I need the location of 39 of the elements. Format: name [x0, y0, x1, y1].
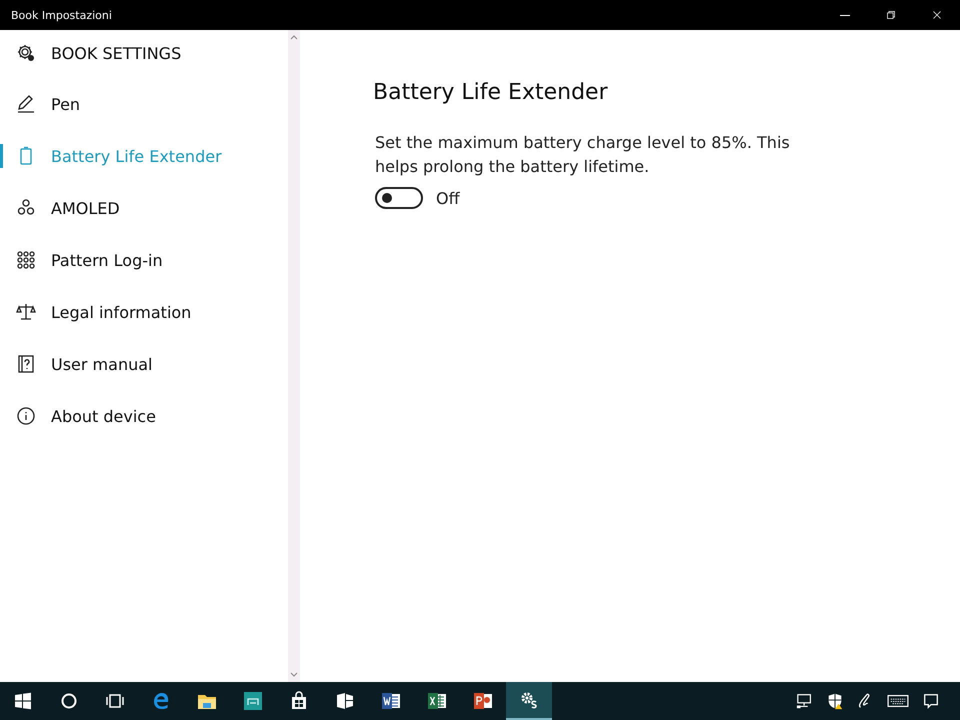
- sidebar-item[interactable]: Pen: [0, 78, 288, 130]
- chevron-down-icon[interactable]: [290, 672, 298, 678]
- help-book-icon: [16, 354, 36, 374]
- page-heading: Battery Life Extender: [373, 80, 609, 105]
- notification-icon: [922, 692, 940, 710]
- gear-icon: [519, 690, 539, 710]
- panel-icon: [335, 691, 355, 711]
- gear-icon: [16, 43, 36, 63]
- settings-header[interactable]: BOOK SETTINGS: [0, 36, 288, 70]
- sidebar-item[interactable]: Pattern Log-in: [0, 234, 288, 286]
- scale-icon: [16, 302, 36, 322]
- document-icon: [381, 691, 401, 711]
- presentation-icon: [473, 691, 493, 711]
- store-icon: [289, 691, 309, 711]
- description-text: Set the maximum battery charge level to 85%. This helps prolong the battery lifetime.: [375, 132, 791, 178]
- start-icon: [13, 691, 33, 711]
- sidebar-item[interactable]: AMOLED: [0, 182, 288, 234]
- chevron-up-icon[interactable]: [290, 34, 298, 40]
- info-icon: [16, 406, 36, 426]
- shield-icon: [826, 692, 844, 710]
- network-icon: [796, 692, 814, 710]
- sidebar-item[interactable]: Legal information: [0, 286, 288, 338]
- dot-grid-icon: [16, 250, 36, 270]
- scrollbar[interactable]: [288, 30, 300, 682]
- search-icon: [59, 691, 79, 711]
- minimize-icon: [840, 14, 850, 16]
- keyboard-icon: [886, 692, 910, 710]
- sidebar-item[interactable]: About device: [0, 390, 288, 442]
- toggle-label: Off: [436, 188, 460, 208]
- taskbar-button[interactable]: [506, 682, 552, 720]
- app-tile-icon: [243, 691, 263, 711]
- window-title: Book Impostazioni: [10, 8, 113, 22]
- spreadsheet-icon: [427, 691, 447, 711]
- pen-icon: [16, 94, 36, 114]
- toggle-switch[interactable]: [375, 187, 423, 209]
- restore-icon: [884, 8, 898, 22]
- selection-indicator: [0, 144, 3, 168]
- browser-icon: [151, 691, 171, 711]
- sidebar-item[interactable]: User manual: [0, 338, 288, 390]
